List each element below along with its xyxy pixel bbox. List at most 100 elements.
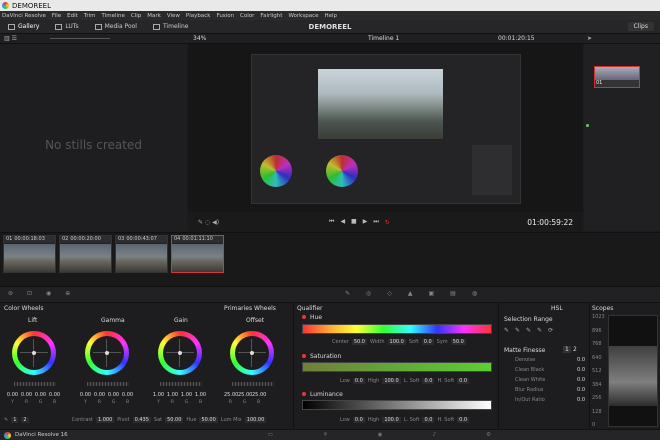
matte-row-value[interactable]: 0.0 bbox=[577, 387, 585, 393]
menu-item-7[interactable]: View bbox=[167, 13, 180, 19]
wheel-value[interactable]: 1.00 bbox=[152, 392, 165, 398]
sat-high-value[interactable]: 100.0 bbox=[382, 378, 401, 384]
zoom-level[interactable]: 34% bbox=[193, 35, 206, 42]
matte-page-2[interactable]: 2 bbox=[573, 346, 577, 353]
playback-controls[interactable]: ⏮◀■▶⏭ bbox=[329, 218, 385, 226]
color-wheel-lift[interactable] bbox=[12, 331, 56, 375]
wheel-value[interactable]: 1.00 bbox=[180, 392, 193, 398]
menu-item-6[interactable]: Mark bbox=[147, 13, 161, 19]
contrast-value[interactable]: 1.000 bbox=[95, 417, 115, 423]
luminance-enable-icon[interactable] bbox=[302, 392, 306, 396]
matte-row-value[interactable]: 0.0 bbox=[577, 367, 585, 373]
wheel-value[interactable]: 25.00 bbox=[224, 392, 238, 398]
matte-row-value[interactable]: 0.0 bbox=[577, 357, 585, 363]
master-wheel-lift[interactable] bbox=[14, 382, 56, 386]
clip-thumbnail-03[interactable]: 03 00:00:43:07 bbox=[115, 235, 168, 273]
annotation-tool-icon[interactable]: ✎ ◌ ◀) bbox=[198, 219, 219, 226]
wheels-tool-icon[interactable]: ✎ bbox=[4, 417, 8, 423]
master-wheel-offset[interactable] bbox=[232, 382, 274, 386]
menu-item-11[interactable]: Fairlight bbox=[260, 13, 282, 19]
master-wheel-gain[interactable] bbox=[160, 382, 202, 386]
menu-item-0[interactable]: DaVinci Resolve bbox=[2, 13, 46, 19]
timeline-button[interactable]: Timeline bbox=[145, 23, 197, 30]
wheel-value[interactable]: 0.00 bbox=[93, 392, 106, 398]
gallery-button[interactable]: Gallery bbox=[0, 23, 47, 30]
lum-mix-value[interactable]: 100.00 bbox=[244, 417, 267, 423]
page-2-button[interactable]: 2 bbox=[21, 417, 29, 423]
wheel-value[interactable]: 0.00 bbox=[20, 392, 33, 398]
hue-sym-value[interactable]: 50.0 bbox=[450, 339, 466, 345]
menu-item-1[interactable]: File bbox=[52, 13, 61, 19]
wheel-value[interactable]: 0.00 bbox=[34, 392, 47, 398]
luminance-gradient-bar[interactable] bbox=[302, 400, 492, 410]
clip-thumbnail-01[interactable]: 01 00:00:18:03 bbox=[3, 235, 56, 273]
sat-hsoft-value[interactable]: 0.0 bbox=[457, 378, 470, 384]
wheel-value[interactable]: 0.00 bbox=[6, 392, 19, 398]
status-bar: DaVinci Resolve 16 ▭⚘◉♪⚙ bbox=[0, 429, 660, 440]
master-wheel-gamma[interactable] bbox=[87, 382, 129, 386]
thumbnail-size-slider[interactable] bbox=[50, 38, 110, 39]
color-wheel-offset[interactable] bbox=[230, 331, 274, 375]
page-1-button[interactable]: 1 bbox=[11, 417, 19, 423]
page-nav-icons[interactable]: ▭⚘◉♪⚙ bbox=[268, 432, 541, 438]
hsl-mode-dropdown[interactable]: HSL bbox=[551, 305, 563, 312]
hue-value[interactable]: 50.00 bbox=[199, 417, 218, 423]
menu-item-12[interactable]: Workspace bbox=[288, 13, 318, 19]
node-01[interactable]: 01 bbox=[594, 66, 640, 88]
lum-high-value[interactable]: 100.0 bbox=[382, 417, 401, 423]
menu-item-10[interactable]: Color bbox=[240, 13, 254, 19]
clip-thumbnail-02[interactable]: 02 00:00:20:00 bbox=[59, 235, 112, 273]
color-wheel-gamma[interactable] bbox=[85, 331, 129, 375]
primaries-wheels-dropdown[interactable]: Primaries Wheels bbox=[224, 305, 276, 312]
saturation-gradient-bar[interactable] bbox=[302, 362, 492, 372]
palette-icons-left[interactable]: ⊚⊡◉⊕ bbox=[8, 290, 84, 297]
media-pool-button[interactable]: Media Pool bbox=[87, 23, 145, 30]
grid-view-icon[interactable]: ▥ ☰ bbox=[4, 35, 17, 42]
hue-width-value[interactable]: 100.0 bbox=[387, 339, 406, 345]
transport-bar: ✎ ◌ ◀) ⏮◀■▶⏭ ↻ 01:00:59:22 bbox=[188, 212, 583, 232]
menu-item-3[interactable]: Trim bbox=[84, 13, 96, 19]
wheel-value[interactable]: 25.00 bbox=[238, 392, 252, 398]
clip-image bbox=[116, 244, 167, 272]
menu-item-9[interactable]: Fusion bbox=[216, 13, 234, 19]
matte-page-1[interactable]: 1 bbox=[563, 346, 571, 353]
sat-lsoft-value[interactable]: 0.0 bbox=[422, 378, 435, 384]
hue-center-value[interactable]: 50.0 bbox=[351, 339, 367, 345]
lum-low-value[interactable]: 0.0 bbox=[352, 417, 365, 423]
wheel-value[interactable]: 0.00 bbox=[121, 392, 134, 398]
sat-value[interactable]: 50.00 bbox=[165, 417, 184, 423]
lum-hsoft-value[interactable]: 0.0 bbox=[457, 417, 470, 423]
wheel-value[interactable]: 1.00 bbox=[194, 392, 207, 398]
menu-item-5[interactable]: Clip bbox=[131, 13, 141, 19]
pivot-value[interactable]: 0.435 bbox=[132, 417, 151, 423]
node-input-dot[interactable] bbox=[586, 124, 589, 127]
wheel-value[interactable]: 1.00 bbox=[166, 392, 179, 398]
lum-lsoft-value[interactable]: 0.0 bbox=[422, 417, 435, 423]
scope-tick-label: 640 bbox=[592, 354, 602, 361]
timeline-name[interactable]: Timeline 1 bbox=[368, 35, 399, 42]
matte-row-value[interactable]: 0.0 bbox=[577, 397, 585, 403]
clips-button[interactable]: Clips bbox=[627, 22, 654, 31]
menu-item-13[interactable]: Help bbox=[325, 13, 338, 19]
sat-low-value[interactable]: 0.0 bbox=[352, 378, 365, 384]
menu-item-8[interactable]: Playback bbox=[186, 13, 211, 19]
hue-enable-icon[interactable] bbox=[302, 315, 306, 319]
pointer-icon[interactable]: ➤ bbox=[587, 35, 592, 42]
clip-thumbnail-04[interactable]: 04 00:01:11:10 bbox=[171, 235, 224, 273]
hue-gradient-bar[interactable] bbox=[302, 324, 492, 334]
wheel-value[interactable]: 0.00 bbox=[48, 392, 61, 398]
picker-tool-icons[interactable]: ✎✎✎✎⟳ bbox=[504, 327, 559, 334]
palette-icons-right[interactable]: ✎◎◇▲▣▤◍ bbox=[345, 290, 493, 297]
wheel-value[interactable]: 0.00 bbox=[107, 392, 120, 398]
menu-item-2[interactable]: Edit bbox=[67, 13, 78, 19]
wheel-value[interactable]: 0.00 bbox=[79, 392, 92, 398]
loop-icon[interactable]: ↻ bbox=[385, 219, 390, 226]
hue-soft-value[interactable]: 0.0 bbox=[421, 339, 434, 345]
matte-row-value[interactable]: 0.0 bbox=[577, 377, 585, 383]
luts-button[interactable]: LUTs bbox=[47, 23, 86, 30]
channel-label: B bbox=[125, 400, 130, 405]
wheel-value[interactable]: 25.00 bbox=[252, 392, 266, 398]
menu-item-4[interactable]: Timeline bbox=[102, 13, 125, 19]
color-wheel-gain[interactable] bbox=[158, 331, 202, 375]
saturation-enable-icon[interactable] bbox=[302, 354, 306, 358]
